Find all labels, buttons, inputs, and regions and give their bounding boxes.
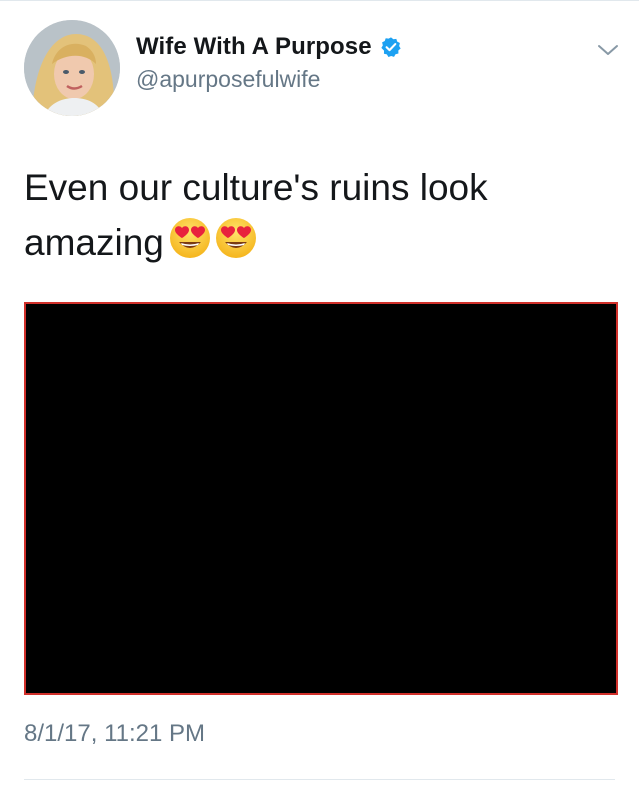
display-name[interactable]: Wife With A Purpose xyxy=(136,33,372,61)
bottom-divider xyxy=(24,779,615,780)
author-handle[interactable]: @apurposefulwife xyxy=(136,66,402,93)
heart-eyes-emoji-icon xyxy=(214,216,258,275)
author-names: Wife With A Purpose @apurposefulwife xyxy=(136,30,402,93)
verified-badge-icon xyxy=(381,37,401,57)
heart-eyes-emoji-icon xyxy=(168,216,212,275)
tweet-media-image[interactable] xyxy=(24,302,618,695)
display-name-row: Wife With A Purpose xyxy=(136,30,402,64)
chevron-down-icon[interactable] xyxy=(596,38,620,62)
tweet-timestamp[interactable]: 8/1/17, 11:21 PM xyxy=(24,720,205,748)
avatar[interactable] xyxy=(24,20,120,116)
tweet-header: Wife With A Purpose @apurposefulwife xyxy=(24,20,624,116)
tweet-text: Even our culture's ruins look amazing xyxy=(24,160,604,275)
top-divider xyxy=(0,0,639,1)
